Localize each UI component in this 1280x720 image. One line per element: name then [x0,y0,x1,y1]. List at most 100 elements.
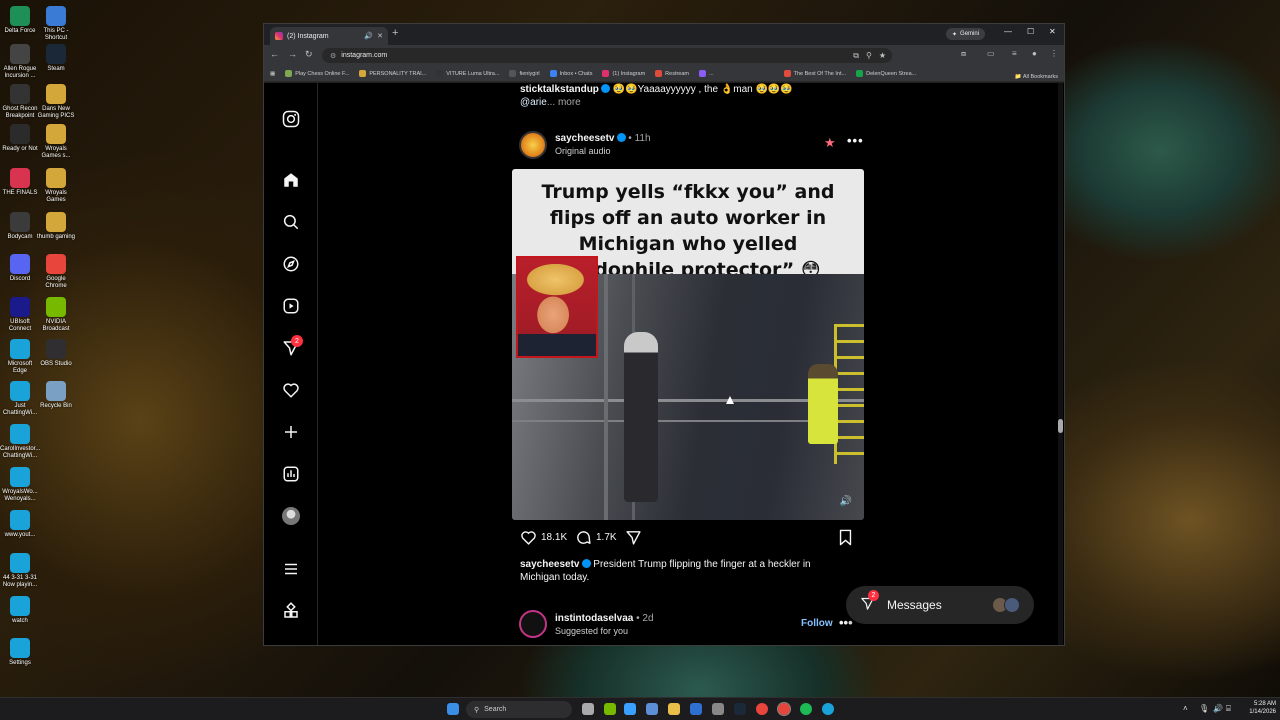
also-from-meta-icon[interactable] [281,601,301,621]
bookmark-item[interactable]: fieniygirl [509,70,540,77]
dashboard-chart-icon[interactable] [281,464,301,484]
nvidia-icon[interactable] [604,703,616,715]
suggested-avatar[interactable] [519,610,547,638]
more-link[interactable]: ... more [547,97,581,108]
desktop-icon[interactable]: Dans New Gaming PICS [36,84,76,120]
sound-icon[interactable]: 🔊 [840,496,852,507]
scrollbar[interactable] [1058,83,1063,645]
desktop-icon[interactable]: Allen Rogue Incursion ... [0,44,40,80]
desktop-icon[interactable]: Delta Force [0,6,40,35]
task-view-icon[interactable] [582,703,594,715]
steam-icon[interactable] [734,703,746,715]
file-explorer-icon[interactable] [668,703,680,715]
desktop-icon[interactable]: Ready or Not [0,124,40,153]
suggested-username[interactable]: instintodaselvaa [555,613,633,624]
apps-grid-icon[interactable]: ▦ [270,71,275,77]
desktop-icon[interactable]: NVIDIA Broadcast [36,297,76,333]
home-icon[interactable] [281,170,301,190]
desktop-icon[interactable]: CarolInvestor... ChattingWi... [0,424,40,460]
more-menu-icon[interactable] [281,559,301,579]
settings-gear-icon[interactable] [712,703,724,715]
sidepanel-icon[interactable]: ▭ [987,49,995,58]
desktop-icon[interactable]: Bodycam [0,212,40,241]
save-button[interactable] [838,529,853,546]
gemini-button[interactable]: ✦ Gemini [946,28,986,40]
messages-button[interactable]: 2 Messages [846,586,1034,624]
zoom-icon[interactable]: ⚲ [866,51,872,61]
desktop-icon[interactable]: This PC - Shortcut [36,6,76,42]
microphone-icon[interactable]: 🎙 [1199,704,1209,713]
desktop-icon[interactable]: Recycle Bin [36,381,76,410]
post-options-icon[interactable]: ••• [847,133,864,148]
bookmark-item[interactable]: ... [699,70,714,77]
bookmark-item[interactable]: VITURE Luma Ultra... [436,70,499,77]
app-icon[interactable] [646,703,658,715]
close-tab-icon[interactable]: ✕ [377,32,383,40]
bookmark-star-icon[interactable]: ★ [879,51,886,61]
desktop-icon[interactable]: Microsoft Edge [0,339,40,375]
follow-button[interactable]: Follow [801,618,833,629]
profile-icon[interactable]: ● [1032,49,1037,58]
profile-avatar[interactable] [281,506,301,526]
chrome-active-icon[interactable] [777,702,791,716]
desktop-icon[interactable]: Steam [36,44,76,73]
speaker-icon[interactable]: 🔊 [364,32,373,40]
desktop-icon[interactable]: Just ChattingWi... [0,381,40,417]
minimize-button[interactable]: — [1004,27,1012,36]
post-audio[interactable]: Original audio [555,146,611,156]
address-bar[interactable]: ⚙ instagram.com ⧉ ⚲ ★ [322,48,892,63]
search-icon[interactable] [281,212,301,232]
chrome-icon[interactable] [756,703,768,715]
reels-icon[interactable] [281,296,301,316]
share-button[interactable] [625,529,642,546]
copilot-icon[interactable] [624,703,636,715]
store-icon[interactable] [690,703,702,715]
spotify-icon[interactable] [800,703,812,715]
desktop-icon[interactable]: WroyalsWo... Wenoyals... [0,467,40,503]
bookmark-item[interactable]: The Best Of The Int... [783,70,846,77]
desktop-icon[interactable]: THE FINALS [0,168,40,197]
reload-icon[interactable]: ↻ [305,49,313,60]
comment-button[interactable]: 1.7K [575,529,617,546]
desktop-icon[interactable]: watch [0,596,40,625]
bookmark-item[interactable]: Restream [655,70,689,77]
desktop-icon[interactable]: Google Chrome [36,254,76,290]
network-icon[interactable]: ⌸ [1226,704,1231,714]
bookmark-item[interactable]: (1) Instagram [602,70,645,77]
bookmark-item[interactable]: PERSONALITY TRAI... [359,70,426,77]
forward-arrow-icon[interactable]: → [288,49,297,59]
install-icon[interactable]: ⧉ [853,51,859,61]
post-media[interactable]: Trump yells “fkkx you” and flips off an … [512,169,864,520]
like-button[interactable]: 18.1K [520,529,567,546]
menu-kebab-icon[interactable]: ⋮ [1050,49,1058,58]
start-windows-icon[interactable] [447,703,459,715]
caption-username[interactable]: saycheesetv [520,559,580,570]
desktop-icon[interactable]: Wroyals Games [36,168,76,204]
desktop-icon[interactable]: 44 3-31 3-31 Now playin... [0,553,40,589]
desktop-icon[interactable]: UBIsoft Connect [0,297,40,333]
explore-compass-icon[interactable] [281,254,301,274]
close-window-button[interactable]: ✕ [1049,27,1056,36]
new-tab-button[interactable]: + [392,27,398,39]
post-username[interactable]: saycheesetv [555,133,615,144]
clock[interactable]: 5:28 AM 1/14/2026 [1240,700,1276,716]
favorite-star-icon[interactable]: ★ [824,135,836,151]
scroll-thumb[interactable] [1058,419,1063,433]
tray-chevron-icon[interactable]: ˄ [1183,704,1188,713]
bookmark-item[interactable]: Inbox • Chats [549,70,592,77]
taskbar-search[interactable]: ⚲ Search [466,701,572,718]
post-author-avatar[interactable] [519,131,547,159]
back-arrow-icon[interactable]: ← [270,49,279,59]
desktop-icon[interactable]: Discord [0,254,40,283]
tab-instagram[interactable]: (2) Instagram 🔊 ✕ [270,27,388,45]
desktop-icon[interactable]: Ghost Recon Breakpoint [0,84,40,120]
extensions-icon[interactable]: ⧈ [961,49,966,59]
notifications-heart-icon[interactable] [281,380,301,400]
bookmark-item[interactable]: DelenQueen Strea... [856,70,916,77]
desktop-icon[interactable]: www.yout... [0,510,40,539]
desktop-icon[interactable]: OBS Studio [36,339,76,368]
speaker-icon[interactable]: 🔊 [1213,704,1223,713]
all-bookmarks-button[interactable]: 📁 All Bookmarks [1015,74,1058,80]
instagram-logo-icon[interactable] [281,109,301,129]
post-time[interactable]: 11h [635,133,651,144]
